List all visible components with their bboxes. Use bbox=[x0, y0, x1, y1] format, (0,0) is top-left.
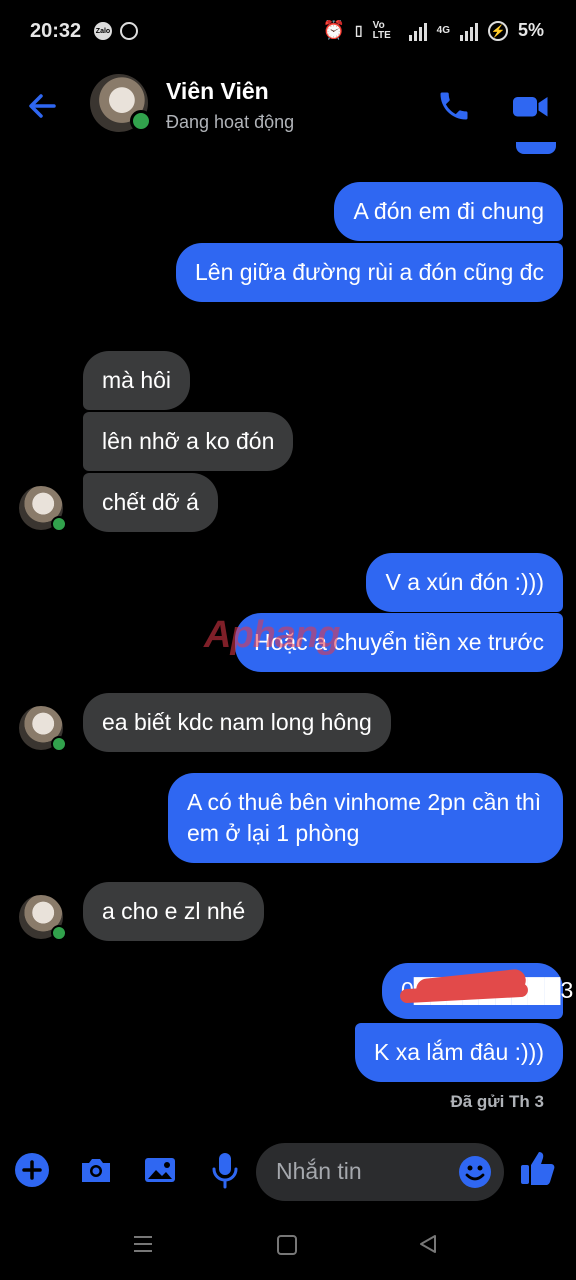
gallery-button[interactable] bbox=[142, 1152, 178, 1193]
voice-button[interactable] bbox=[207, 1150, 243, 1195]
contact-status: Đang hoạt động bbox=[166, 112, 295, 132]
message-bubble-sent[interactable]: A đón em đi chung bbox=[334, 182, 563, 241]
message-bubble-sent[interactable]: K xa lắm đâu :))) bbox=[355, 1023, 563, 1082]
4g-label: 4G bbox=[436, 25, 450, 36]
message-bubble-received[interactable]: a cho e zl nhé bbox=[83, 882, 265, 941]
vibrate-icon: ▯ bbox=[354, 22, 363, 38]
like-button[interactable] bbox=[518, 1148, 558, 1193]
message-input-placeholder: Nhắn tin bbox=[276, 1158, 362, 1184]
add-button[interactable] bbox=[14, 1152, 50, 1193]
menu-icon bbox=[134, 1236, 152, 1252]
signal-icon-2 bbox=[459, 21, 478, 41]
system-navigation-bar bbox=[0, 1214, 576, 1280]
message-bubble-received[interactable]: lên nhỡ a ko đón bbox=[83, 412, 294, 471]
message-input[interactable]: Nhắn tin bbox=[256, 1143, 504, 1201]
chat-header: Viên Viên Đang hoạt động bbox=[0, 64, 576, 148]
message-bubble-sent[interactable]: V a xún đón :))) bbox=[366, 553, 563, 612]
message-bubble-received[interactable]: mà hôi bbox=[83, 351, 191, 410]
watermark: Aphang bbox=[204, 614, 340, 656]
contact-name[interactable]: Viên Viên bbox=[166, 78, 269, 105]
notification-icons: Zalo bbox=[94, 22, 138, 40]
call-button[interactable] bbox=[436, 88, 472, 129]
back-button[interactable] bbox=[24, 88, 60, 129]
contact-avatar[interactable] bbox=[19, 486, 67, 532]
online-indicator bbox=[51, 516, 67, 532]
camera-icon bbox=[82, 1159, 110, 1182]
signal-icon bbox=[408, 21, 427, 41]
image-icon bbox=[145, 1158, 175, 1182]
microphone-icon bbox=[212, 1153, 238, 1189]
online-indicator bbox=[130, 110, 152, 132]
recent-apps-button[interactable] bbox=[133, 1234, 153, 1254]
online-indicator bbox=[51, 736, 67, 752]
contact-avatar[interactable] bbox=[19, 895, 67, 941]
video-camera-icon bbox=[513, 97, 548, 117]
phone-icon bbox=[440, 92, 468, 120]
message-bubble-sent[interactable]: A có thuê bên vinhome 2pn cần thì em ở l… bbox=[168, 773, 563, 863]
message-bubble-received[interactable]: chết dỡ á bbox=[83, 473, 218, 532]
message-bubble-sent[interactable]: Lên giữa đường rùi a đón cũng đc bbox=[176, 243, 563, 302]
volte-label: Vo LTE bbox=[372, 19, 391, 41]
delivery-status: Đã gửi Th 3 bbox=[450, 1092, 544, 1111]
home-button[interactable] bbox=[277, 1235, 297, 1255]
back-nav-button[interactable] bbox=[418, 1234, 438, 1259]
emoji-button[interactable] bbox=[458, 1155, 492, 1194]
triangle-back-icon bbox=[420, 1235, 436, 1253]
status-bar: 20:32 Zalo ⏰ ▯ Vo LTE 4G ⚡ 5% bbox=[0, 0, 576, 64]
alarm-icon: ⏰ bbox=[322, 20, 345, 40]
message-bubble-partial bbox=[516, 142, 556, 154]
battery-percent: 5% bbox=[517, 20, 544, 40]
message-bubble-received[interactable]: ea biết kdc nam long hông bbox=[83, 693, 391, 752]
contact-avatar[interactable] bbox=[19, 706, 67, 752]
composer-bar: Nhắn tin bbox=[0, 1130, 576, 1214]
message-list[interactable]: A đón em đi chung Lên giữa đường rùi a đ… bbox=[0, 142, 576, 1118]
emoji-icon bbox=[459, 1156, 491, 1188]
online-indicator bbox=[51, 925, 67, 941]
status-time: 20:32 bbox=[30, 20, 82, 42]
plus-icon bbox=[15, 1153, 49, 1187]
zalo-icon: Zalo bbox=[94, 22, 112, 40]
avatar[interactable] bbox=[90, 74, 152, 132]
battery-charging-icon: ⚡ bbox=[487, 20, 508, 41]
system-icons: ⏰ ▯ Vo LTE 4G ⚡ 5% bbox=[322, 19, 544, 41]
arrow-left-icon bbox=[29, 94, 56, 118]
messenger-icon bbox=[120, 22, 138, 40]
video-call-button[interactable] bbox=[510, 88, 552, 129]
thumbs-up-icon bbox=[521, 1152, 555, 1185]
camera-button[interactable] bbox=[78, 1152, 114, 1193]
